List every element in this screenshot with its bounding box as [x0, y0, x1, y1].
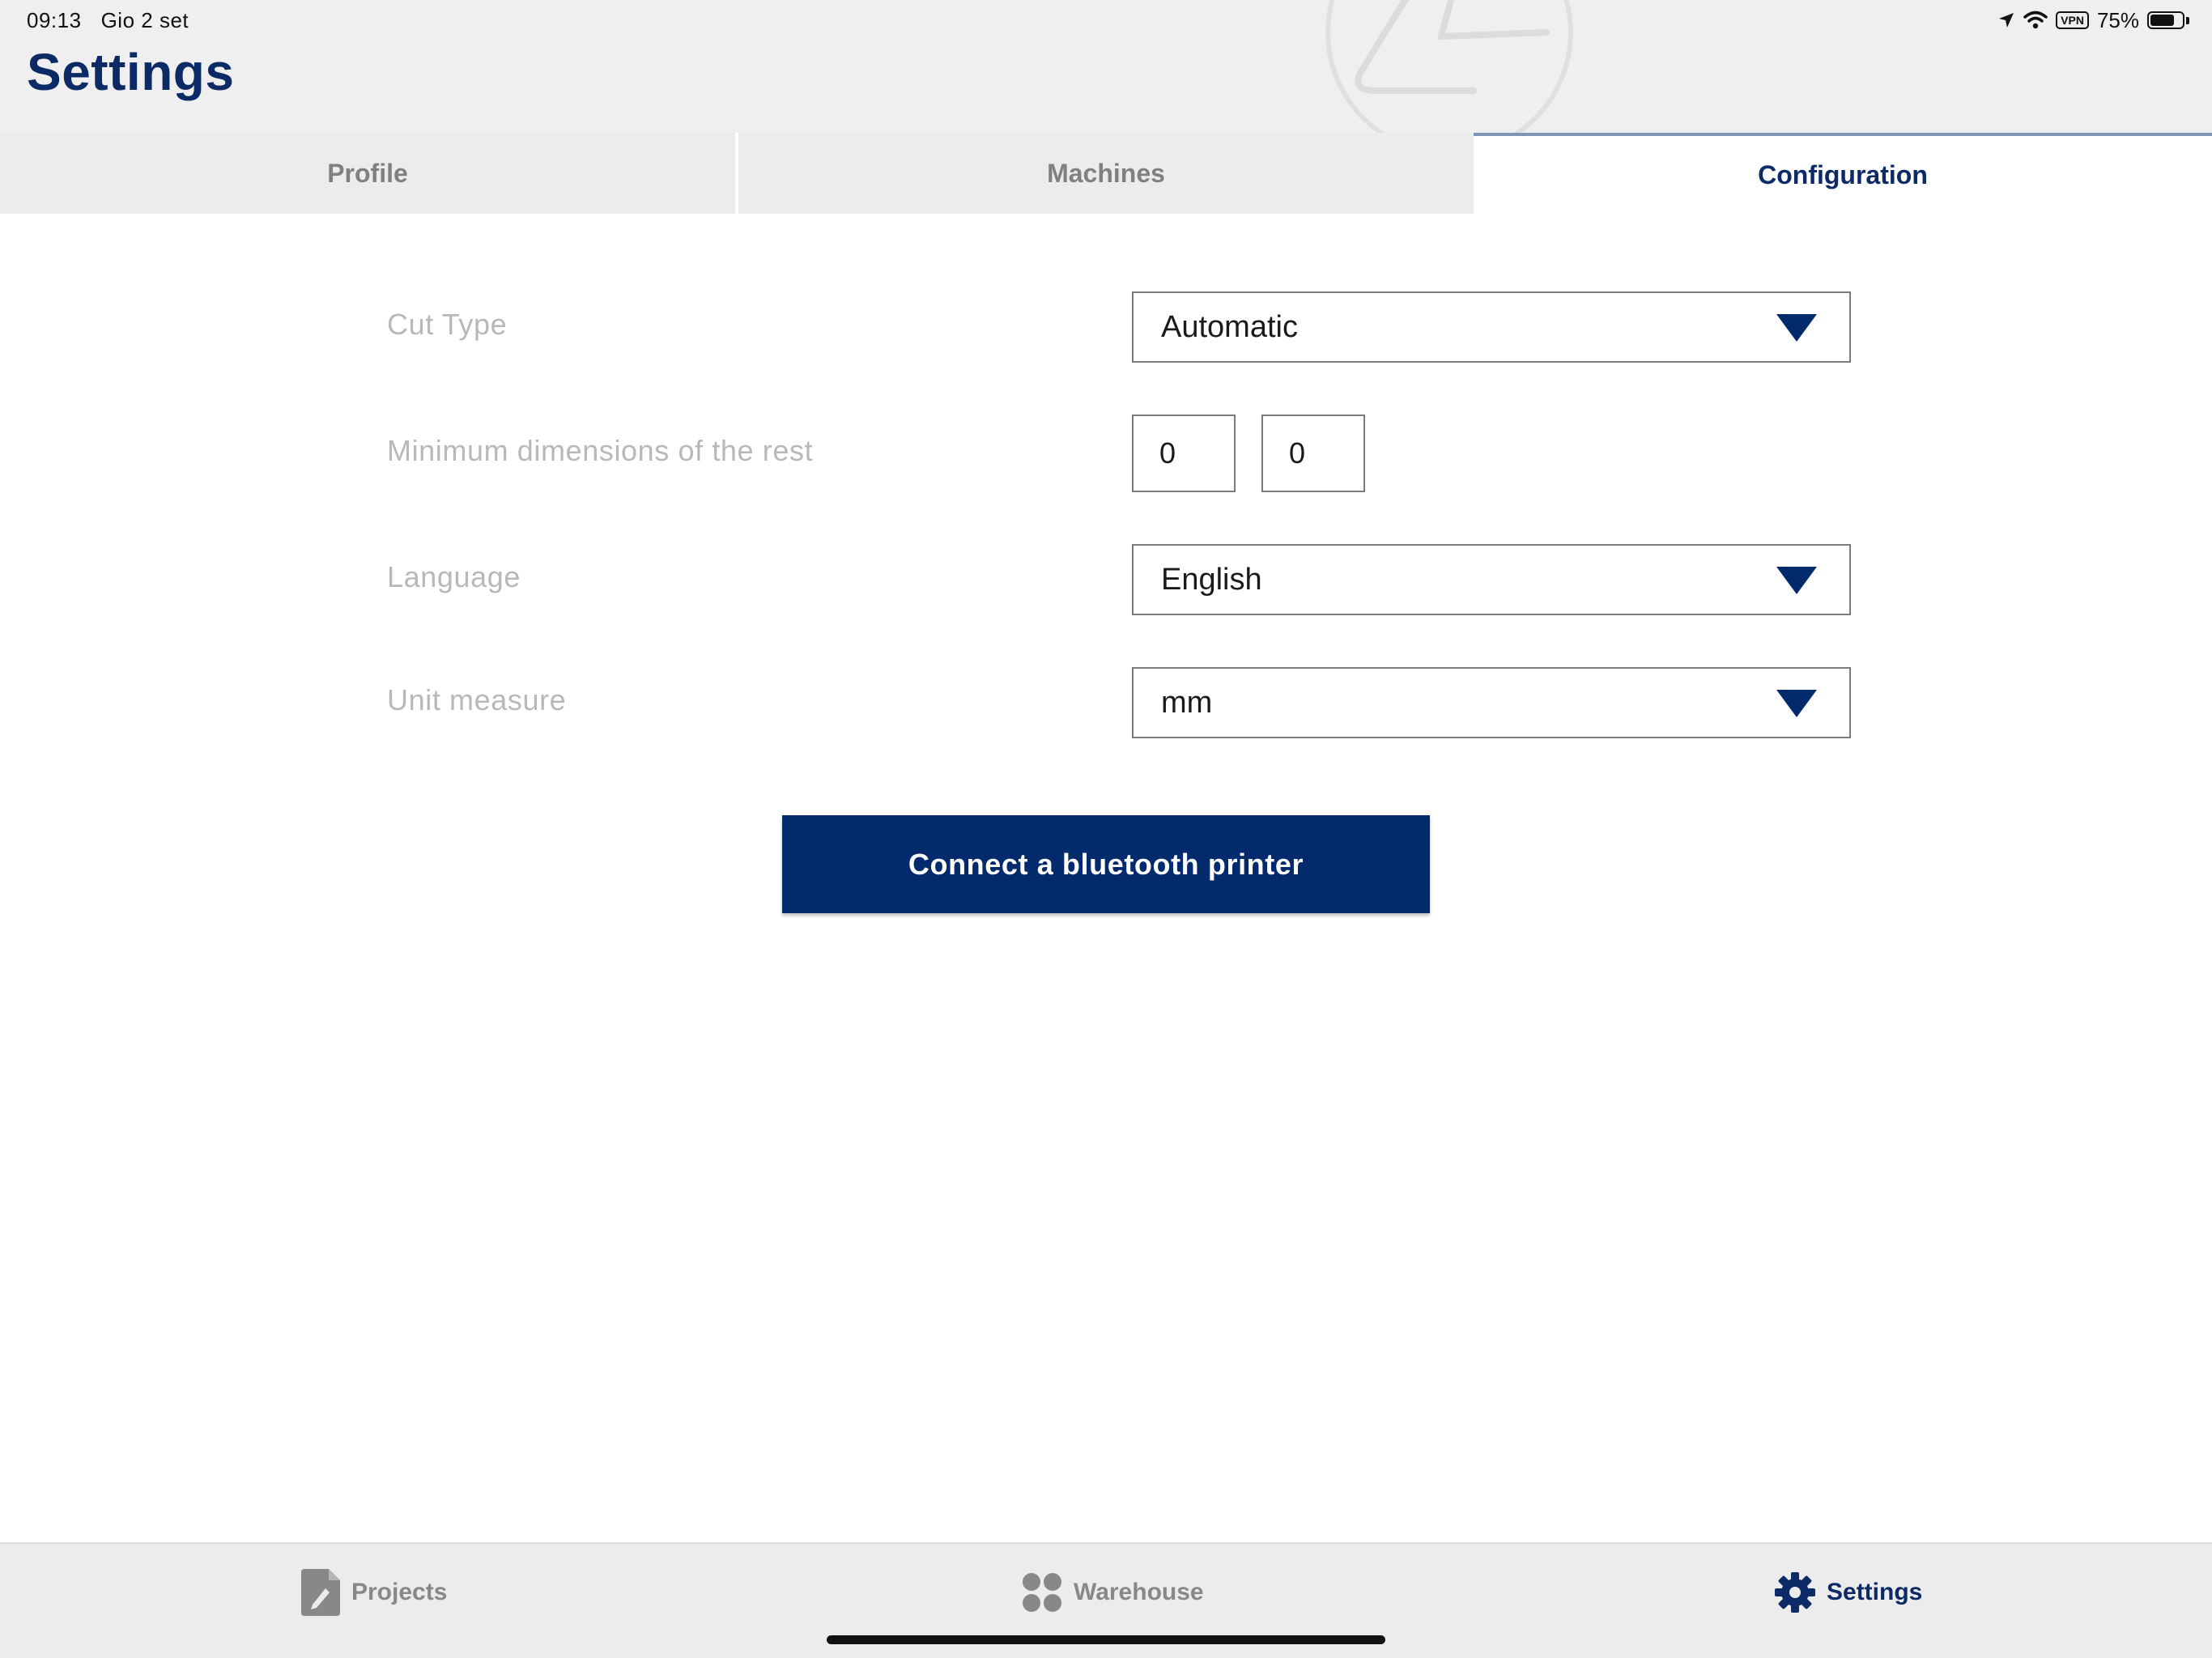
- unit-measure-value: mm: [1161, 686, 1213, 720]
- chevron-down-icon: [1776, 314, 1817, 342]
- language-label: Language: [387, 560, 521, 593]
- nav-item-warehouse[interactable]: Warehouse: [1022, 1568, 1204, 1617]
- nav-label-projects: Projects: [351, 1579, 448, 1605]
- unit-measure-select[interactable]: mm: [1132, 667, 1851, 738]
- battery-icon: [2147, 11, 2189, 29]
- wifi-icon: [2023, 11, 2048, 29]
- location-icon: [1999, 13, 2014, 28]
- grid-dots-icon: [1023, 1573, 1061, 1612]
- status-bar-left: 09:13 Gio 2 set: [27, 8, 189, 33]
- nav-item-projects[interactable]: Projects: [301, 1568, 447, 1617]
- unit-measure-label: Unit measure: [387, 683, 567, 716]
- nav-label-settings: Settings: [1827, 1579, 1923, 1605]
- logo-watermark: [1325, 0, 1573, 133]
- cut-type-label: Cut Type: [387, 308, 508, 341]
- document-edit-icon: [301, 1569, 340, 1616]
- connect-bluetooth-printer-button[interactable]: Connect a bluetooth printer: [782, 815, 1430, 913]
- nav-item-settings[interactable]: Settings: [1775, 1568, 1922, 1617]
- battery-percent: 75%: [2096, 7, 2139, 32]
- vpn-badge: VPN: [2056, 11, 2089, 29]
- tab-configuration[interactable]: Configuration: [1474, 133, 2212, 214]
- chevron-down-icon: [1776, 690, 1817, 717]
- tab-profile[interactable]: Profile: [0, 133, 735, 214]
- tab-bar: Profile Machines Configuration: [0, 133, 2212, 214]
- home-indicator[interactable]: [827, 1635, 1385, 1644]
- status-bar-right: VPN 75%: [1997, 6, 2189, 34]
- header: 09:13 Gio 2 set VPN 75% Settings: [0, 0, 2212, 133]
- min-dimension-input-2[interactable]: [1261, 414, 1365, 492]
- gear-icon: [1775, 1572, 1815, 1613]
- cut-type-value: Automatic: [1161, 310, 1298, 344]
- app-screen: 09:13 Gio 2 set VPN 75% Settings Profile…: [0, 0, 2212, 1658]
- min-dimension-input-1[interactable]: [1132, 414, 1236, 492]
- nav-label-warehouse: Warehouse: [1074, 1579, 1204, 1605]
- language-select[interactable]: English: [1132, 544, 1851, 615]
- language-value: English: [1161, 563, 1262, 597]
- cut-type-select[interactable]: Automatic: [1132, 291, 1851, 363]
- min-dimensions-label: Minimum dimensions of the rest: [387, 434, 814, 467]
- chevron-down-icon: [1776, 567, 1817, 594]
- status-time: 09:13: [27, 8, 82, 32]
- status-date: Gio 2 set: [100, 8, 189, 32]
- page-title: Settings: [27, 43, 235, 101]
- tab-machines[interactable]: Machines: [738, 133, 1474, 214]
